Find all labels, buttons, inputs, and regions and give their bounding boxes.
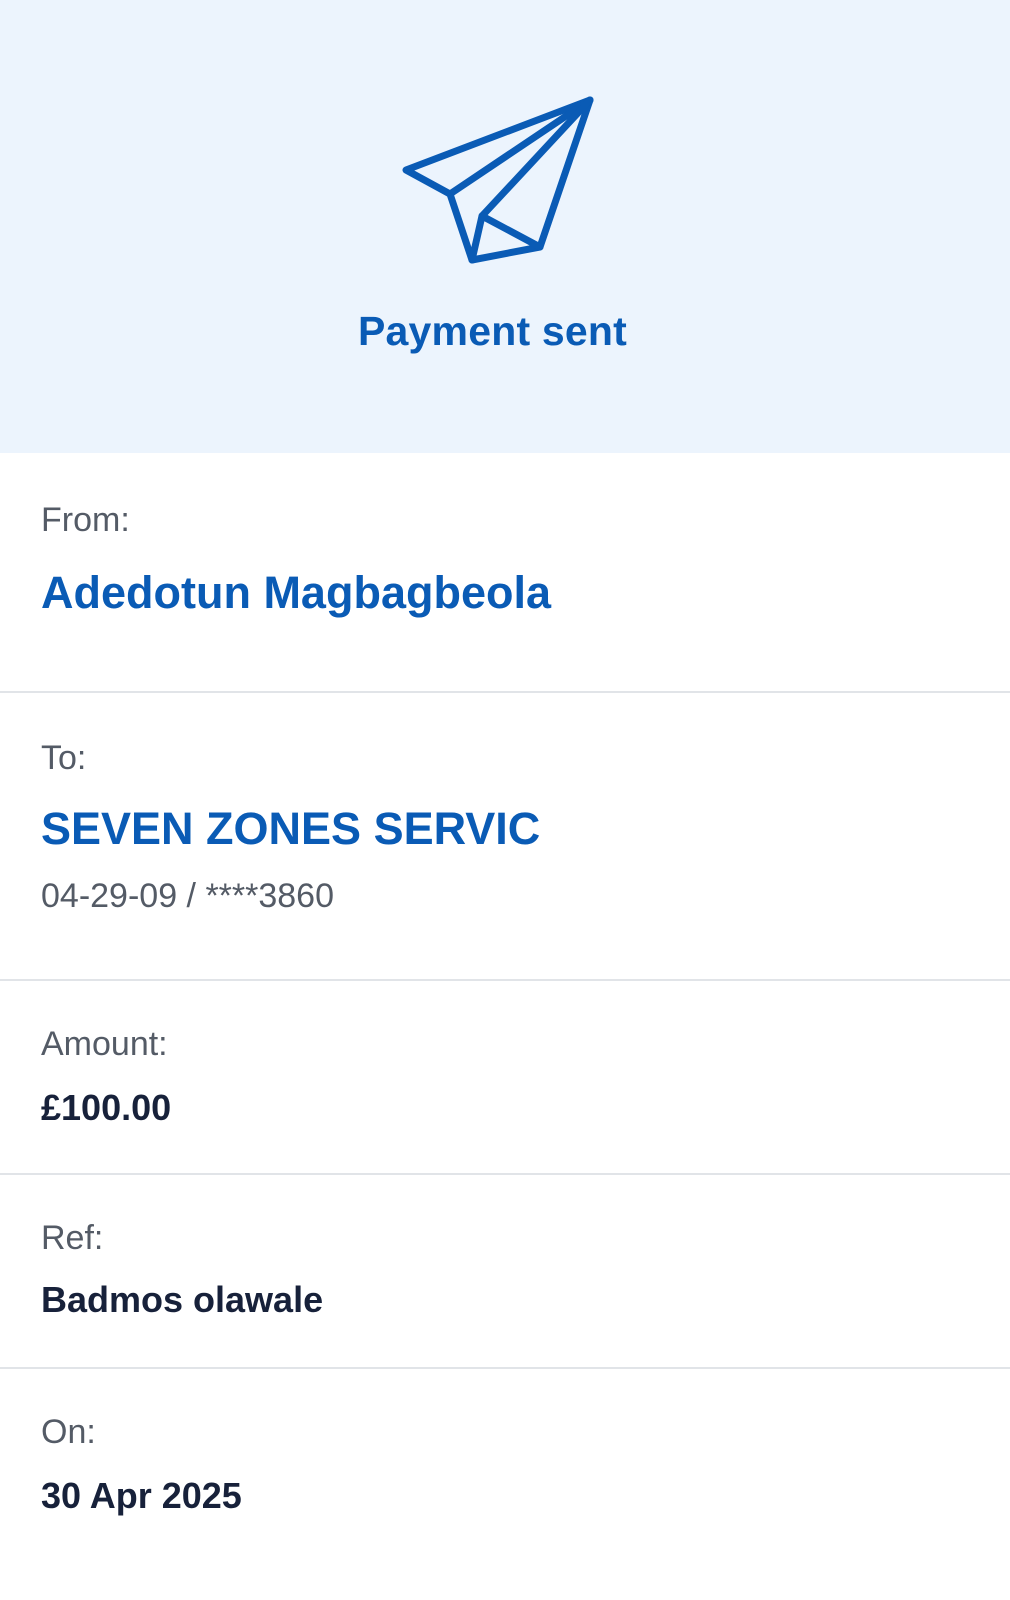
date-section: On: 30 Apr 2025 (0, 1369, 1010, 1600)
amount-value: £100.00 (41, 1087, 172, 1128)
sender-name: Adedotun Magbagbeola (41, 567, 551, 618)
paper-plane-icon (402, 96, 594, 264)
payment-status-header: Payment sent (0, 0, 1010, 453)
recipient-account: 04-29-09 / ****3860 (41, 877, 335, 915)
amount-label: Amount: (41, 1025, 168, 1063)
payment-status-title: Payment sent (357, 308, 627, 354)
date-value: 30 Apr 2025 (41, 1475, 242, 1516)
reference-section: Ref: Badmos olawale (0, 1175, 1010, 1369)
reference-label: Ref: (41, 1219, 104, 1257)
to-section: To: SEVEN ZONES SERVIC 04-29-09 / ****38… (0, 693, 1010, 981)
from-label: From: (41, 501, 130, 539)
payment-confirmation-screen: Payment sent From: Adedotun Magbagbeola … (0, 0, 1010, 1600)
amount-section: Amount: £100.00 (0, 981, 1010, 1175)
from-section: From: Adedotun Magbagbeola (0, 453, 1010, 693)
date-label: On: (41, 1413, 96, 1451)
recipient-name: SEVEN ZONES SERVIC (41, 803, 541, 854)
to-label: To: (41, 739, 87, 777)
reference-value: Badmos olawale (41, 1279, 324, 1320)
